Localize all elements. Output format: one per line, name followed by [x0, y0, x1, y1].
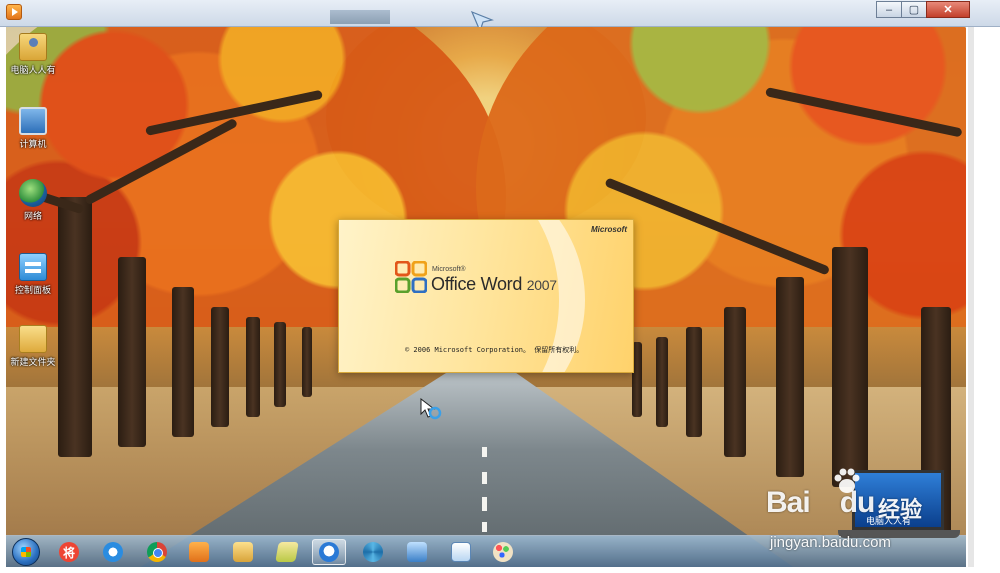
product-year: 2007 — [526, 277, 557, 293]
baidu-jingyan-watermark: 电脑人人有 Bai du 经验 jingyan.baidu.com — [766, 462, 966, 562]
tree-trunk — [832, 247, 868, 487]
tree-trunk — [656, 337, 668, 427]
baidu-paw-icon — [834, 468, 860, 493]
busy-cursor-icon — [420, 398, 442, 420]
road-lane-mark — [482, 447, 487, 457]
close-button[interactable]: ✕ — [926, 1, 970, 18]
taskbar-item-ie[interactable] — [96, 539, 130, 565]
media-app-icon[interactable] — [6, 4, 22, 20]
taskbar-item-paint[interactable] — [486, 539, 520, 565]
word-splash-screen: Microsoft Microsoft® Office Word 2007 © … — [338, 219, 634, 373]
taskbar-item-explorer[interactable] — [226, 539, 260, 565]
office-logo-icon — [395, 261, 427, 293]
desktop-icon-network[interactable]: 网络 — [8, 179, 58, 222]
microsoft-brand: Microsoft — [591, 225, 627, 234]
desktop-icon-label: 网络 — [23, 211, 42, 221]
media-player-icon — [189, 542, 209, 562]
taskbar-item-media[interactable] — [182, 539, 216, 565]
tree-trunk — [686, 327, 702, 437]
road-lane-mark — [482, 472, 487, 484]
product-vendor-prefix: Microsoft® — [432, 266, 466, 273]
document-icon — [451, 542, 471, 562]
chrome-icon — [147, 542, 167, 562]
network-icon — [19, 179, 47, 207]
desktop-icon-label: 电脑人人有 — [10, 65, 56, 75]
road-lane-mark — [482, 522, 487, 532]
remote-desktop-icon — [407, 542, 427, 562]
title-thumbnail — [330, 10, 390, 24]
file-explorer-icon — [233, 542, 253, 562]
tree-trunk — [118, 257, 146, 447]
paint-icon — [493, 542, 513, 562]
desktop-icon-label: 新建文件夹 — [10, 357, 56, 367]
desktop-icon-new-folder[interactable]: 新建文件夹 — [8, 325, 58, 368]
control-panel-icon — [19, 253, 47, 281]
copyright-text: © 2006 Microsoft Corporation。 保留所有权利。 — [405, 346, 584, 354]
desktop-icon-label: 计算机 — [19, 139, 47, 149]
start-orb-icon[interactable] — [12, 538, 40, 566]
qq-browser-icon — [319, 542, 339, 562]
product-title: Office Word 2007 — [431, 274, 557, 295]
tree-trunk — [172, 287, 194, 437]
window-titlebar[interactable]: – ▢ ✕ — [0, 0, 1000, 27]
tree-trunk — [302, 327, 312, 397]
tree-trunk — [211, 307, 229, 427]
watermark-url: jingyan.baidu.com — [770, 534, 891, 551]
taskbar-item-document[interactable] — [444, 539, 478, 565]
window-right-border — [968, 27, 974, 567]
minimize-button[interactable]: – — [876, 1, 902, 18]
taskbar-item-chrome[interactable] — [140, 539, 174, 565]
desktop-icon-computer[interactable]: 计算机 — [8, 107, 58, 150]
taskbar-item-remote[interactable] — [400, 539, 434, 565]
desktop-icon-user-folder[interactable]: 电脑人人有 — [8, 33, 58, 76]
computer-icon — [19, 107, 47, 135]
player-window: – ▢ ✕ 电脑人人有 计算机 网络 控制面板 新建文件夹 Microsoft … — [0, 0, 1000, 573]
taskbar-item-jiang[interactable]: 将 — [52, 539, 86, 565]
tree-trunk — [58, 197, 92, 457]
jiang-icon: 将 — [59, 542, 79, 562]
taskbar-item-settings[interactable] — [356, 539, 390, 565]
folder-icon — [275, 542, 299, 562]
desktop-icon-control-panel[interactable]: 控制面板 — [8, 253, 58, 296]
window-controls: – ▢ ✕ — [876, 1, 970, 18]
tree-trunk — [776, 277, 804, 477]
settings-gear-icon — [363, 542, 383, 562]
product-name: Office Word — [431, 274, 523, 294]
taskbar-item-qq-browser[interactable] — [312, 539, 346, 565]
watermark-jingyan: 经验 — [878, 497, 923, 522]
tree-trunk — [274, 322, 286, 407]
watermark-brand-bai: Bai — [766, 486, 811, 519]
maximize-button[interactable]: ▢ — [901, 1, 927, 18]
user-folder-icon — [19, 33, 47, 61]
folder-icon — [19, 325, 47, 353]
tree-trunk — [724, 307, 746, 457]
taskbar-item-folder[interactable] — [270, 539, 304, 565]
desktop-icon-label: 控制面板 — [14, 285, 51, 295]
road-lane-mark — [482, 497, 487, 511]
internet-explorer-icon — [103, 542, 123, 562]
tree-trunk — [246, 317, 260, 417]
